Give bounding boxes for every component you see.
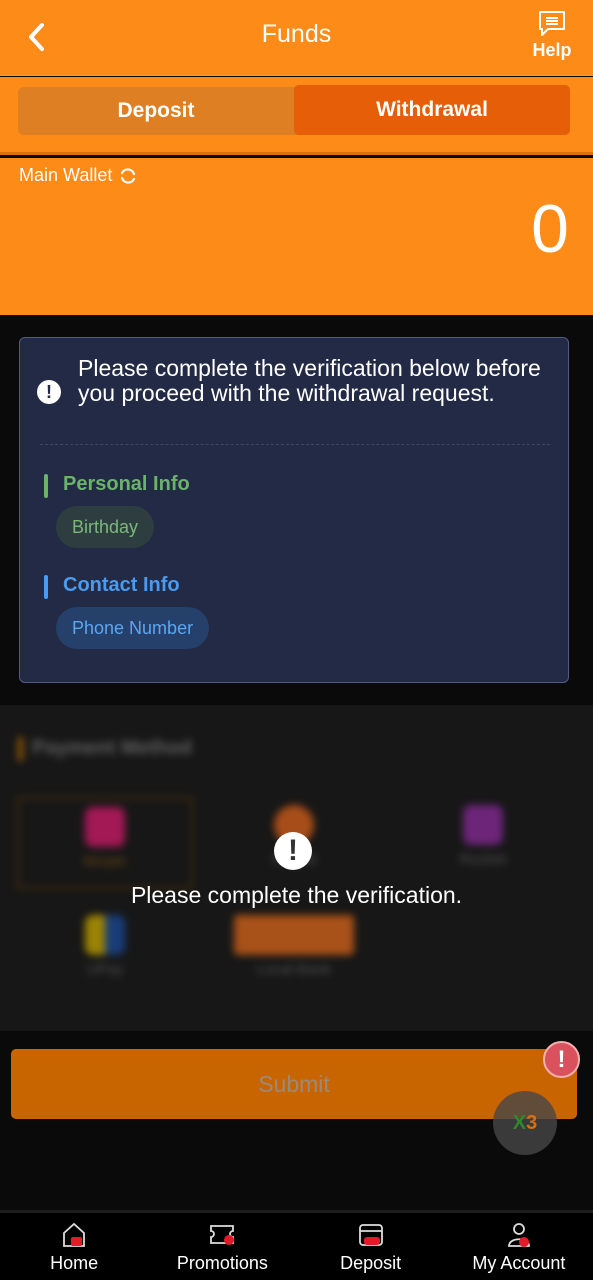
verify-phone-chip[interactable]: Phone Number [56,607,210,649]
section-personal-info: Personal Info [44,473,190,498]
submit-button[interactable]: Submit [11,1049,577,1119]
bottom-nav: Home Promotions Deposit My Account [0,1210,593,1280]
funds-tabs: Deposit Withdrawal [18,85,570,135]
nav-home[interactable]: Home [0,1213,148,1280]
nav-deposit[interactable]: Deposit [297,1213,445,1280]
payment-option-bkash[interactable]: bKash [17,797,193,889]
bank-icon [234,915,354,955]
nav-label: Promotions [176,1253,268,1273]
nav-label: Home [50,1253,99,1273]
bkash-icon [85,807,125,847]
refresh-icon[interactable] [118,166,138,186]
home-icon [63,1222,86,1247]
page-title: Funds [261,20,332,48]
user-icon [507,1223,530,1247]
payment-label: bKash [83,853,127,870]
section-contact-info: Contact Info [44,574,180,599]
warning-icon: ! [274,832,312,870]
payment-label: Rocket [459,851,507,868]
payment-option-rocket[interactable]: Rocket [395,797,571,889]
wallet-panel: Main Wallet 0 [0,158,593,315]
divider [40,444,550,445]
nav-promotions[interactable]: Promotions [148,1213,296,1280]
tabs-bar: Deposit Withdrawal [0,77,593,155]
nav-my-account[interactable]: My Account [445,1213,593,1280]
tab-withdrawal[interactable]: Withdrawal [294,85,570,135]
app-header: Funds Help [0,0,593,76]
payment-option-upay[interactable]: UPay [17,907,193,999]
wallet-label-row: Main Wallet [19,165,138,186]
payment-option-local-bank[interactable]: Local Bank [206,907,382,999]
verify-birthday-chip[interactable]: Birthday [56,506,155,548]
fab-text-a: X [512,1112,527,1134]
payment-method-section: Payment Method bKash Nagad Rocket UPay L… [0,705,593,1031]
verification-required-message: Please complete the verification. [130,882,463,908]
alert-icon: ! [37,380,61,404]
upay-icon [85,915,125,955]
wallet-label: Main Wallet [19,165,113,185]
card-icon [358,1224,383,1246]
fab-text-b: 3 [526,1112,538,1134]
alert-badge[interactable]: ! [543,1041,580,1078]
nav-label: My Account [472,1253,566,1273]
verification-panel: ! Please complete the verification below… [19,337,569,683]
payment-label: UPay [86,961,124,978]
ticket-icon [210,1225,235,1245]
payment-label: Local Bank [256,961,332,978]
wallet-balance: 0 [531,191,569,267]
nav-label: Deposit [340,1253,402,1273]
floating-logo-button[interactable]: X3 [493,1091,557,1155]
verification-message: Please complete the verification below b… [78,355,541,406]
rocket-icon [463,805,503,845]
chat-bubble-icon [539,11,565,36]
tab-deposit[interactable]: Deposit [18,87,294,135]
help-button[interactable]: Help [529,10,575,61]
payment-method-title: Payment Method [18,737,192,761]
help-label: Help [532,40,572,60]
